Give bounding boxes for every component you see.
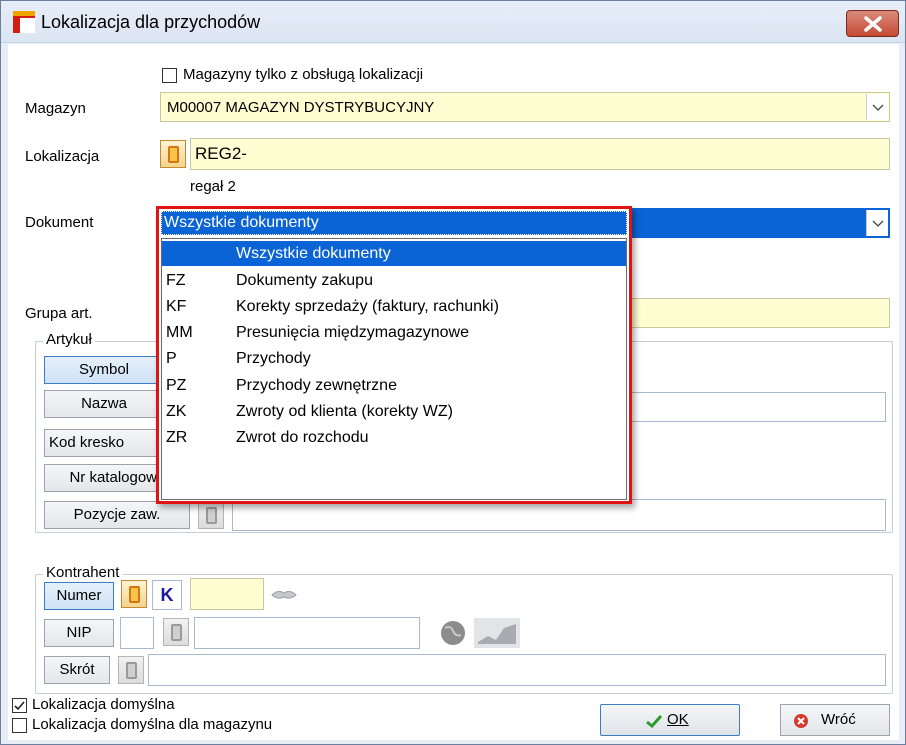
option-name: Presunięcia międzymagazynowe xyxy=(236,324,469,341)
dokument-dropdown-list: Wszystkie dokumenty Wszystkie dokumenty … xyxy=(156,206,632,504)
checkmark-icon xyxy=(646,714,663,728)
only-localization-label: Magazyny tylko z obsługą lokalizacji xyxy=(183,66,424,83)
nazwa-button[interactable]: Nazwa xyxy=(44,390,164,418)
option-code: PZ xyxy=(166,377,187,394)
list-icon xyxy=(168,146,179,163)
magazyn-label: Magazyn xyxy=(25,100,86,117)
dokument-option[interactable]: P Przychody xyxy=(162,346,626,371)
kontrahent-picker-button[interactable] xyxy=(121,580,147,608)
symbol-button[interactable]: Symbol xyxy=(44,356,164,384)
default-for-warehouse-checkbox[interactable] xyxy=(12,718,27,733)
option-code: ZK xyxy=(166,403,187,420)
magazyn-value: M00007 MAGAZYN DYSTRYBUCYJNY xyxy=(167,99,435,116)
ok-label: OK xyxy=(667,711,689,728)
magazyn-select[interactable]: M00007 MAGAZYN DYSTRYBUCYJNY xyxy=(160,92,890,122)
lokalizacja-input[interactable]: REG2- xyxy=(190,138,890,170)
option-code: KF xyxy=(166,298,187,315)
option-code: P xyxy=(166,350,177,367)
nip-picker-button[interactable] xyxy=(163,618,189,646)
artykul-group-title: Artykuł xyxy=(43,331,95,348)
option-name: Przychody zewnętrzne xyxy=(236,377,397,394)
globe-icon[interactable] xyxy=(436,619,470,647)
list-icon xyxy=(129,586,140,603)
dokument-option[interactable]: MM Presunięcia międzymagazynowe xyxy=(162,320,626,345)
window-title: Lokalizacja dla przychodów xyxy=(41,12,261,32)
skrot-input[interactable] xyxy=(148,654,886,686)
option-name: Dokumenty zakupu xyxy=(236,272,373,289)
numer-button[interactable]: Numer xyxy=(44,582,114,610)
handshake-icon[interactable] xyxy=(270,585,298,605)
close-icon xyxy=(864,16,882,32)
option-name: Zwrot do rozchodu xyxy=(236,429,369,446)
dokument-options: Wszystkie dokumenty FZ Dokumenty zakupu … xyxy=(161,238,627,500)
dokument-option[interactable]: FZ Dokumenty zakupu xyxy=(162,268,626,293)
option-code: FZ xyxy=(166,272,186,289)
option-code: MM xyxy=(166,324,193,341)
map-icon[interactable] xyxy=(474,618,520,648)
wroc-label: Wróć xyxy=(821,711,856,728)
kod-kreskowy-button[interactable]: Kod kresko xyxy=(44,429,164,457)
option-name: Zwroty od klienta (korekty WZ) xyxy=(236,403,453,420)
only-localization-checkbox[interactable] xyxy=(162,68,177,83)
pozycje-button[interactable]: Pozycje zaw. xyxy=(44,501,190,529)
kontrahent-numer-input[interactable] xyxy=(190,578,264,610)
default-localization-label: Lokalizacja domyślna xyxy=(32,696,175,713)
chevron-down-icon xyxy=(872,104,884,111)
default-for-warehouse-label: Lokalizacja domyślna dla magazynu xyxy=(32,716,273,733)
dokument-option[interactable]: Wszystkie dokumenty xyxy=(162,241,626,266)
dokument-dropdown-button[interactable] xyxy=(866,210,888,236)
default-localization-checkbox[interactable] xyxy=(12,698,27,713)
ok-button[interactable]: OK xyxy=(600,704,740,736)
nip-button[interactable]: NIP xyxy=(44,619,114,647)
kontrahent-group-title: Kontrahent xyxy=(43,564,123,581)
kontrahent-type-k[interactable]: K xyxy=(152,580,182,610)
nazwa-input[interactable] xyxy=(628,392,886,422)
grupa-input[interactable] xyxy=(618,298,890,328)
lokalizacja-label: Lokalizacja xyxy=(25,148,100,165)
wroc-button[interactable]: Wróć xyxy=(780,704,890,736)
grupa-label: Grupa art. xyxy=(25,305,93,322)
option-name: Wszystkie dokumenty xyxy=(236,245,391,262)
dokument-option[interactable]: ZR Zwrot do rozchodu xyxy=(162,425,626,450)
skrot-picker-button[interactable] xyxy=(118,656,144,684)
option-name: Korekty sprzedaży (faktury, rachunki) xyxy=(236,298,499,315)
magazyn-dropdown-button[interactable] xyxy=(866,94,888,120)
close-button[interactable] xyxy=(846,10,899,37)
dialog-body: Magazyny tylko z obsługą lokalizacji Mag… xyxy=(8,44,899,740)
lokalizacja-picker-button[interactable] xyxy=(160,140,186,168)
dokument-current-value[interactable]: Wszystkie dokumenty xyxy=(161,211,627,235)
dokument-option[interactable]: ZK Zwroty od klienta (korekty WZ) xyxy=(162,399,626,424)
app-icon xyxy=(13,11,35,33)
dialog-window: Lokalizacja dla przychodów Magazyny tylk… xyxy=(0,0,906,745)
chevron-down-icon xyxy=(872,220,884,227)
lokalizacja-value: REG2- xyxy=(195,144,247,163)
dokument-option[interactable]: PZ Przychody zewnętrzne xyxy=(162,373,626,398)
list-icon xyxy=(171,624,182,641)
nip-prefix-input[interactable] xyxy=(120,617,154,649)
dokument-option[interactable]: KF Korekty sprzedaży (faktury, rachunki) xyxy=(162,294,626,319)
list-icon xyxy=(126,662,137,679)
list-icon xyxy=(206,507,217,524)
option-name: Przychody xyxy=(236,350,311,367)
dokument-label: Dokument xyxy=(25,214,94,231)
cancel-icon xyxy=(794,714,808,728)
pozycje-picker-button[interactable] xyxy=(198,501,224,529)
nip-input[interactable] xyxy=(194,617,420,649)
skrot-button[interactable]: Skrót xyxy=(44,656,110,684)
option-code: ZR xyxy=(166,429,188,446)
lokalizacja-description: regał 2 xyxy=(190,178,236,195)
title-bar: Lokalizacja dla przychodów xyxy=(1,1,905,43)
checkmark-icon xyxy=(14,701,25,711)
